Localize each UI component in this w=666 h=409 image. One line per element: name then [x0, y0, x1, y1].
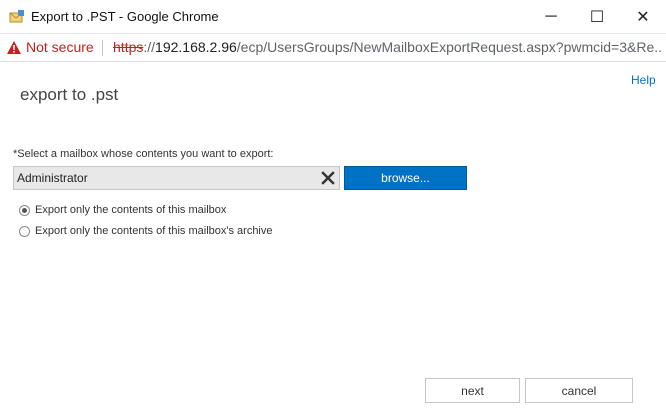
- address-bar[interactable]: Not secure https://192.168.2.96/ecp/User…: [0, 34, 666, 62]
- clear-mailbox-button[interactable]: [318, 168, 338, 188]
- next-button[interactable]: next: [425, 378, 520, 403]
- radio-button-mailbox[interactable]: [19, 204, 30, 216]
- url-host: 192.168.2.96: [155, 39, 237, 55]
- minimize-button[interactable]: ─: [528, 0, 574, 34]
- clear-x-icon: [321, 171, 335, 185]
- maximize-icon: ☐: [589, 9, 605, 26]
- mailbox-input[interactable]: Administrator: [13, 166, 340, 190]
- browse-button[interactable]: browse...: [344, 166, 467, 190]
- maximize-button[interactable]: ☐: [574, 0, 620, 34]
- security-status[interactable]: Not secure: [26, 39, 94, 55]
- window-titlebar: Export to .PST - Google Chrome ─ ☐ ✕: [0, 0, 666, 34]
- window-title: Export to .PST - Google Chrome: [31, 9, 219, 24]
- close-button[interactable]: ✕: [620, 0, 666, 34]
- address-divider: [102, 40, 103, 56]
- radio-label-mailbox: Export only the contents of this mailbox: [35, 204, 227, 216]
- radio-label-archive: Export only the contents of this mailbox…: [35, 225, 273, 237]
- envelope-app-icon: [9, 10, 24, 23]
- minimize-icon: ─: [545, 8, 557, 25]
- url-text[interactable]: https://192.168.2.96/ecp/UsersGroups/New…: [113, 39, 661, 55]
- close-icon: ✕: [636, 9, 650, 26]
- url-path: /ecp/UsersGroups/NewMailboxExportRequest…: [236, 39, 661, 55]
- cancel-button[interactable]: cancel: [525, 378, 633, 403]
- warning-icon: [7, 41, 21, 54]
- radio-option-mailbox[interactable]: Export only the contents of this mailbox: [19, 202, 226, 218]
- help-link[interactable]: Help: [631, 73, 656, 87]
- mailbox-value: Administrator: [17, 171, 88, 185]
- mailbox-select-label: *Select a mailbox whose contents you wan…: [13, 148, 274, 160]
- url-separator: ://: [143, 39, 156, 55]
- radio-option-archive[interactable]: Export only the contents of this mailbox…: [19, 223, 273, 239]
- page-title: export to .pst: [20, 85, 119, 104]
- radio-button-archive[interactable]: [19, 225, 30, 237]
- url-scheme: https: [113, 39, 144, 55]
